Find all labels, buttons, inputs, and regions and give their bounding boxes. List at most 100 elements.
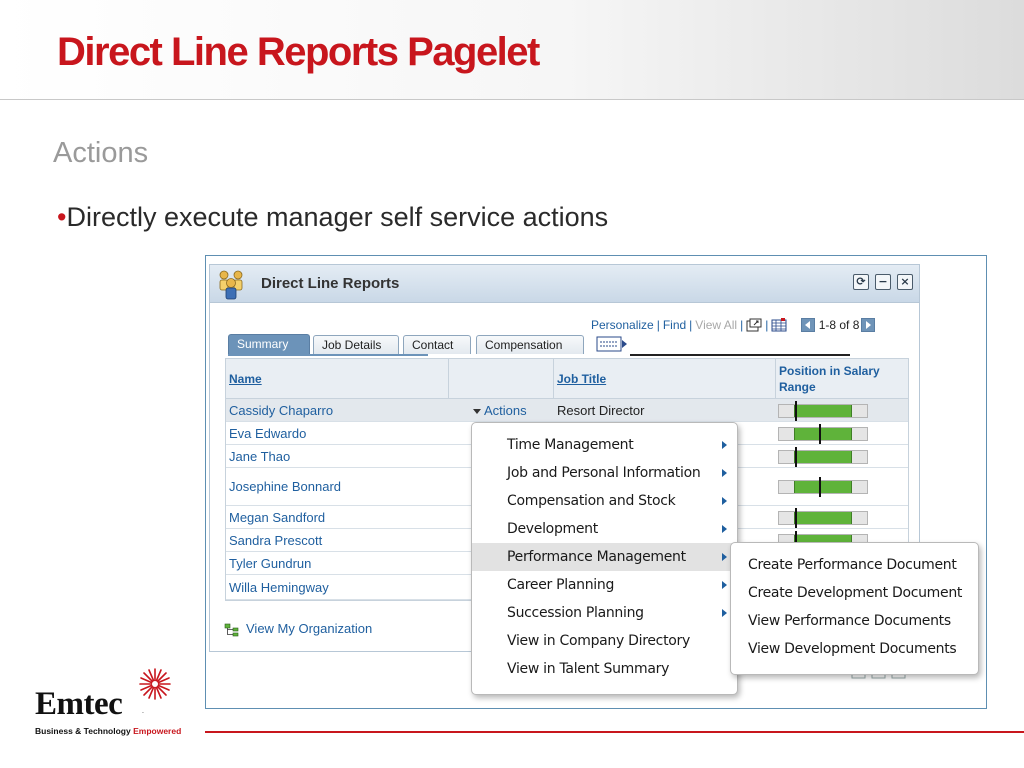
column-header-name[interactable]: Name (229, 372, 262, 386)
table-row: Cassidy Chaparro Actions Resort Director (226, 399, 908, 422)
submenu-arrow-icon (722, 469, 727, 477)
caret-down-icon (473, 409, 481, 415)
find-link[interactable]: Find (663, 318, 686, 332)
download-grid-icon[interactable] (771, 317, 787, 332)
submenu-arrow-icon (722, 441, 727, 449)
toolbar-separator: | (656, 317, 660, 332)
footer-rule (205, 731, 1024, 733)
salary-position-marker (795, 401, 797, 421)
salary-range-bar (778, 477, 868, 497)
pagelet-title: Direct Line Reports (261, 275, 400, 292)
salary-range-fill (794, 481, 852, 493)
actions-menu-item[interactable]: Job and Personal Information (472, 459, 737, 487)
salary-range-fill (794, 405, 852, 417)
performance-submenu-item-label: Create Performance Document (748, 557, 957, 573)
tab-underline-dark (630, 354, 850, 356)
job-title-cell: Resort Director (557, 403, 645, 418)
performance-submenu-item[interactable]: View Performance Documents (731, 607, 978, 635)
toolbar-separator: | (765, 317, 769, 332)
performance-submenu: Create Performance Document Create Develo… (730, 542, 979, 675)
actions-menu-item[interactable]: Development (472, 515, 737, 543)
pagelet-header: Direct Line Reports ⟳ − × (210, 265, 919, 303)
tagline-accent: Empowered (133, 726, 182, 736)
slide-subtitle: Actions (53, 137, 149, 169)
actions-menu-item[interactable]: View in Company Directory (472, 627, 737, 655)
show-all-columns-icon[interactable] (596, 335, 628, 353)
actions-menu-item-label: View in Talent Summary (507, 661, 670, 677)
tab-underline (228, 354, 428, 356)
salary-range-bar (778, 401, 868, 421)
actions-menu-item[interactable]: Succession Planning (472, 599, 737, 627)
close-icon[interactable]: × (897, 274, 913, 290)
actions-menu-item-label: View in Company Directory (507, 633, 690, 649)
actions-dropdown[interactable]: Actions (473, 403, 527, 418)
view-all-link[interactable]: View All (695, 318, 737, 332)
employee-name-link[interactable]: Sandra Prescott (229, 533, 322, 548)
submenu-arrow-icon (722, 609, 727, 617)
slide-bullet: •Directly execute manager self service a… (57, 202, 608, 233)
actions-menu-item-label: Compensation and Stock (507, 493, 676, 509)
submenu-arrow-icon (722, 497, 727, 505)
performance-submenu-item[interactable]: Create Performance Document (731, 551, 978, 579)
salary-position-marker (819, 477, 821, 497)
salary-range-bar (778, 447, 868, 467)
new-window-icon[interactable] (746, 318, 762, 332)
view-my-organization-label: View My Organization (246, 621, 373, 636)
actions-menu-item-label: Time Management (507, 437, 634, 453)
performance-submenu-item[interactable]: View Development Documents (731, 635, 978, 663)
actions-menu-item[interactable]: View in Talent Summary (472, 655, 737, 683)
column-header-job-title[interactable]: Job Title (557, 372, 606, 386)
performance-submenu-item[interactable]: Create Development Document (731, 579, 978, 607)
slide-title: Direct Line Reports Pagelet (57, 30, 540, 74)
toolbar-separator: | (740, 317, 744, 332)
performance-submenu-item-label: View Development Documents (748, 641, 957, 657)
people-group-icon (219, 270, 243, 300)
salary-range-bar (778, 424, 868, 444)
employee-name-link[interactable]: Josephine Bonnard (229, 479, 341, 494)
salary-range-fill (794, 451, 852, 463)
actions-label: Actions (484, 403, 527, 418)
employee-name-link[interactable]: Tyler Gundrun (229, 556, 311, 571)
emtec-tagline: Business & Technology Empowered (35, 726, 181, 736)
next-page-icon[interactable] (861, 317, 876, 332)
employee-name-link[interactable]: Cassidy Chaparro (229, 403, 333, 418)
salary-range-fill (794, 428, 852, 440)
actions-menu-item[interactable]: Performance Management (472, 543, 737, 571)
employee-name-link[interactable]: Jane Thao (229, 449, 290, 464)
tab-job-details[interactable]: Job Details (313, 335, 399, 354)
submenu-arrow-icon (722, 525, 727, 533)
personalize-link[interactable]: Personalize (591, 318, 654, 332)
submenu-arrow-icon (722, 553, 727, 561)
actions-menu: Time Management Job and Personal Informat… (471, 422, 738, 695)
refresh-icon[interactable]: ⟳ (853, 274, 869, 290)
previous-page-icon[interactable] (800, 317, 815, 332)
performance-submenu-item-label: View Performance Documents (748, 613, 951, 629)
grid-toolbar: Personalize | Find | View All | | 1-8 of 8 (591, 317, 876, 333)
actions-menu-item[interactable]: Career Planning (472, 571, 737, 599)
employee-name-link[interactable]: Eva Edwardo (229, 426, 306, 441)
salary-range-bar (778, 508, 868, 528)
submenu-arrow-icon (722, 581, 727, 589)
actions-menu-item-label: Succession Planning (507, 605, 644, 621)
tab-summary[interactable]: Summary (228, 334, 310, 354)
row-count: 1-8 of 8 (818, 317, 860, 332)
actions-menu-item-label: Performance Management (507, 549, 686, 565)
employee-name-link[interactable]: Megan Sandford (229, 510, 325, 525)
salary-position-marker (819, 424, 821, 444)
tab-contact[interactable]: Contact (403, 335, 471, 354)
actions-menu-item[interactable]: Time Management (472, 431, 737, 459)
actions-menu-item-label: Job and Personal Information (507, 465, 701, 481)
actions-menu-item[interactable]: Compensation and Stock (472, 487, 737, 515)
salary-position-marker (795, 447, 797, 467)
tab-compensation[interactable]: Compensation (476, 335, 584, 354)
salary-range-fill (794, 512, 852, 524)
emtec-logo-reg: . (142, 708, 144, 715)
tagline-main: Business & Technology (35, 726, 134, 736)
org-chart-icon (224, 623, 239, 636)
view-my-organization-link[interactable]: View My Organization (224, 621, 372, 637)
employee-name-link[interactable]: Willa Hemingway (229, 580, 329, 595)
emtec-starburst-icon (139, 668, 171, 700)
minimize-icon[interactable]: − (875, 274, 891, 290)
performance-submenu-item-label: Create Development Document (748, 585, 963, 601)
toolbar-separator: | (689, 317, 693, 332)
